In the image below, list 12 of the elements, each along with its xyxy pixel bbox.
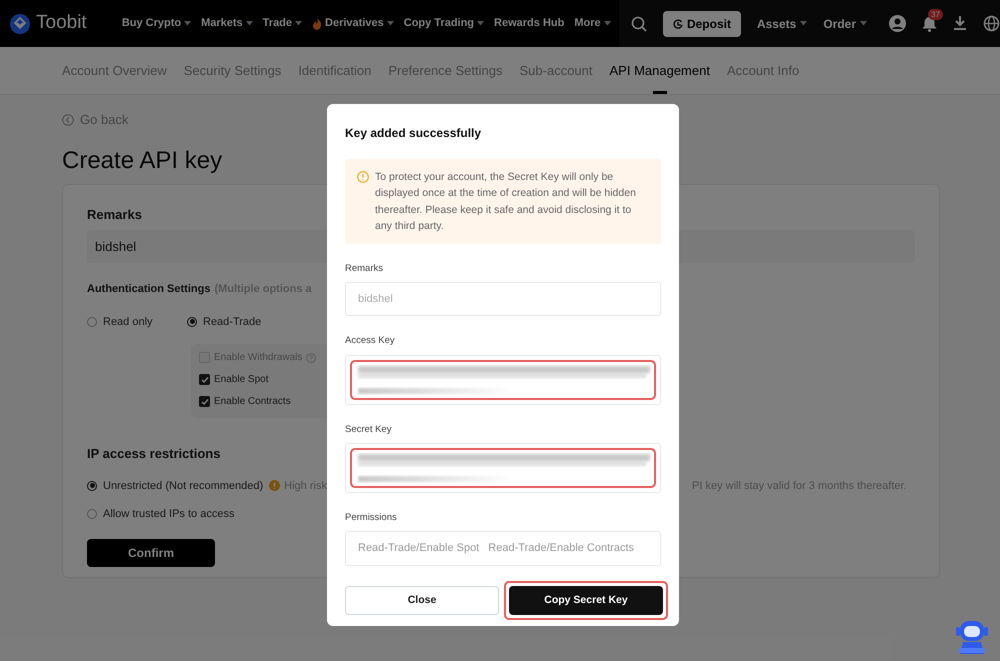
page-title: Create API key bbox=[62, 146, 224, 176]
permission-tag: Read-Trade/Enable Contracts bbox=[488, 540, 634, 557]
section-heading: IP access restrictions bbox=[87, 445, 220, 463]
section-heading: Authentication Settings bbox=[87, 282, 210, 297]
field-label: Remarks bbox=[345, 262, 384, 276]
permission-tag: Read-Trade/Enable Spot bbox=[358, 540, 480, 557]
field-label: Permissions bbox=[345, 510, 397, 525]
field-label: Secret Key bbox=[345, 422, 392, 437]
dialog-title: Key added successfully bbox=[345, 125, 482, 142]
field-label: Access Key bbox=[345, 334, 395, 348]
notification-badge: 37 bbox=[928, 8, 943, 20]
field-label: Remarks bbox=[87, 206, 142, 224]
